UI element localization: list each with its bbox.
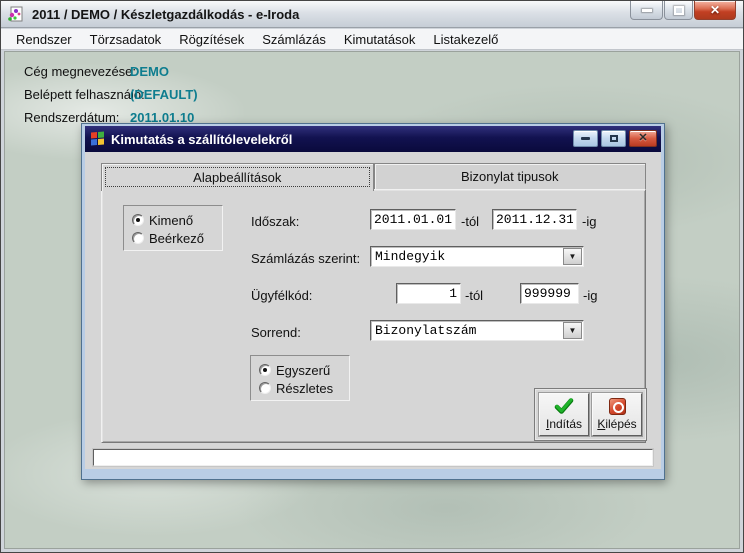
ugyfelkod-from-input[interactable] — [396, 283, 461, 304]
radio-icon — [259, 364, 271, 376]
kilepes-button-label: Kilépés — [597, 417, 636, 431]
sorrend-combo-value: Bizonylatszám — [375, 323, 476, 338]
windows-logo-icon — [90, 131, 105, 146]
menu-item-listakezelo[interactable]: Listakezelő — [424, 30, 507, 49]
radio-reszletes-label: Részletes — [276, 381, 333, 396]
detail-groupbox: Egyszerű Részletes — [250, 355, 350, 401]
menu-item-rogzitesek[interactable]: Rögzítések — [170, 30, 253, 49]
ugyfelkod-to-input[interactable] — [520, 283, 579, 304]
user-label: Belépett felhasználó: — [24, 87, 145, 102]
radio-reszletes[interactable]: Részletes — [259, 380, 349, 396]
minimize-icon — [581, 137, 590, 140]
maximize-button[interactable] — [664, 1, 693, 20]
dialog-minimize-button[interactable] — [573, 130, 598, 147]
ugyfelkod-to-suffix: -ig — [583, 288, 597, 303]
idoszak-to-suffix: -ig — [582, 214, 596, 229]
menu-item-rendszer[interactable]: Rendszer — [7, 30, 81, 49]
idoszak-from-input[interactable] — [370, 209, 456, 230]
check-icon — [554, 398, 574, 415]
dialog-maximize-button[interactable] — [601, 130, 626, 147]
inditas-button[interactable]: Indítás — [539, 393, 589, 436]
menu-bar: Rendszer Törzsadatok Rögzítések Számlázá… — [1, 29, 743, 50]
radio-kimeno-label: Kimenő — [149, 213, 193, 228]
minimize-button[interactable] — [630, 1, 663, 20]
user-value: (DEFAULT) — [130, 87, 198, 102]
dialog-title: Kimutatás a szállítólevelekről — [111, 132, 292, 147]
radio-egyszeru[interactable]: Egyszerű — [259, 362, 349, 378]
dialog-titlebar[interactable]: Kimutatás a szállítólevelekről ✕ — [85, 126, 661, 152]
maximize-icon — [674, 6, 684, 15]
idoszak-label: Időszak: — [251, 214, 299, 229]
radio-beerkezo[interactable]: Beérkező — [132, 230, 222, 246]
idoszak-from-suffix: -tól — [461, 214, 479, 229]
direction-groupbox: Kimenő Beérkező — [123, 205, 223, 251]
inditas-button-label: Indítás — [546, 417, 582, 431]
radio-icon — [259, 382, 271, 394]
close-icon: ✕ — [638, 133, 647, 144]
chevron-down-icon[interactable]: ▼ — [563, 322, 582, 339]
szamlazas-combo-value: Mindegyik — [375, 249, 445, 264]
maximize-icon — [610, 135, 618, 142]
tab-alapbeallitasok[interactable]: Alapbeállítások — [101, 163, 374, 191]
sorrend-label: Sorrend: — [251, 325, 301, 340]
tab-strip: Alapbeállítások Bizonylat tipusok — [101, 163, 646, 190]
minimize-icon — [642, 9, 652, 12]
chevron-down-icon[interactable]: ▼ — [563, 248, 582, 265]
company-label: Cég megnevezése: — [24, 64, 136, 79]
dialog-close-button[interactable]: ✕ — [629, 130, 657, 147]
client-area: Cég megnevezése: DEMO Belépett felhaszná… — [4, 51, 740, 549]
szamlazas-combo[interactable]: Mindegyik ▼ — [370, 246, 584, 267]
menu-item-torzsadatok[interactable]: Törzsadatok — [81, 30, 171, 49]
radio-icon — [132, 232, 144, 244]
tab-panel: Kimenő Beérkező Időszak: -tól -ig — [101, 189, 646, 443]
kilepes-button[interactable]: Kilépés — [592, 393, 642, 436]
szamlazas-label: Számlázás szerint: — [251, 251, 360, 266]
action-button-panel: Indítás Kilépés — [534, 388, 647, 441]
stop-icon — [609, 398, 626, 415]
tab-bizonylat-tipusok[interactable]: Bizonylat tipusok — [374, 163, 647, 189]
sorrend-combo[interactable]: Bizonylatszám ▼ — [370, 320, 584, 341]
app-icon — [7, 6, 25, 22]
close-icon: ✕ — [710, 4, 720, 16]
radio-beerkezo-label: Beérkező — [149, 231, 204, 246]
idoszak-to-input[interactable] — [492, 209, 577, 230]
dialog-client: Alapbeállítások Bizonylat tipusok Kimenő — [85, 152, 661, 469]
company-value: DEMO — [130, 64, 169, 79]
menu-item-kimutatasok[interactable]: Kimutatások — [335, 30, 425, 49]
radio-kimeno[interactable]: Kimenő — [132, 212, 222, 228]
report-dialog: Kimutatás a szállítólevelekről ✕ Alapbeá… — [81, 123, 665, 480]
ugyfelkod-from-suffix: -tól — [465, 288, 483, 303]
radio-icon — [132, 214, 144, 226]
window-title: 2011 / DEMO / Készletgazdálkodás - e-Iro… — [32, 7, 299, 22]
main-window: 2011 / DEMO / Készletgazdálkodás - e-Iro… — [0, 0, 744, 553]
dialog-status-bar — [93, 449, 653, 466]
ugyfelkod-label: Ügyfélkód: — [251, 288, 312, 303]
close-button[interactable]: ✕ — [694, 1, 736, 20]
radio-egyszeru-label: Egyszerű — [276, 363, 330, 378]
main-titlebar[interactable]: 2011 / DEMO / Készletgazdálkodás - e-Iro… — [1, 1, 743, 28]
menu-item-szamlazas[interactable]: Számlázás — [253, 30, 335, 49]
